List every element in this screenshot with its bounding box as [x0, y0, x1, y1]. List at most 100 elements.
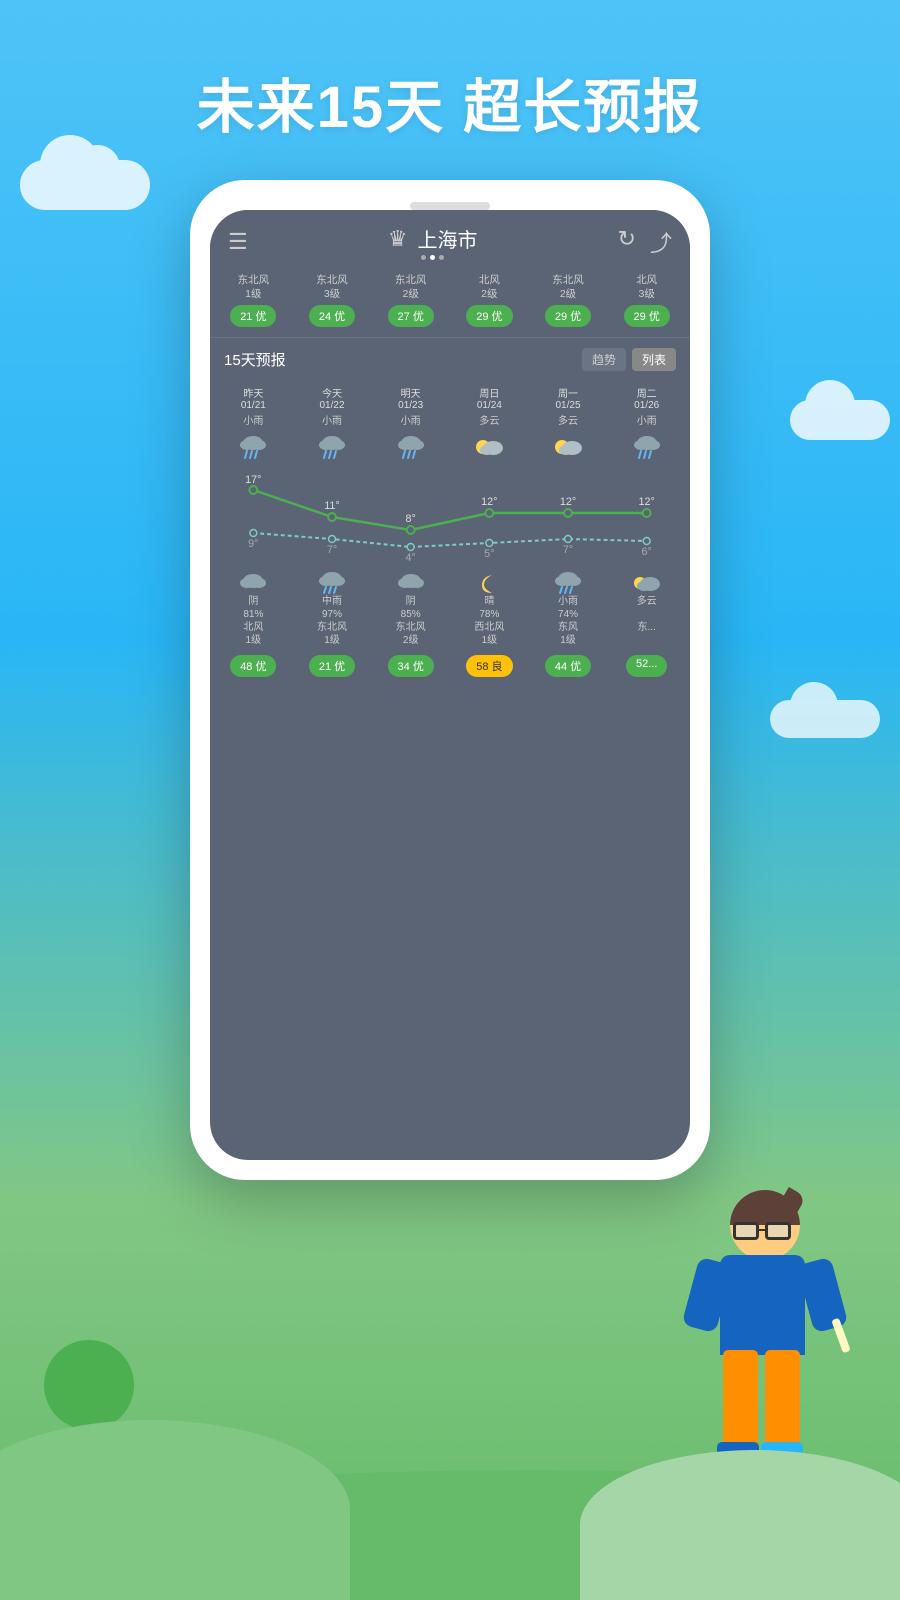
day-name-4: 周日: [479, 385, 499, 400]
bottom-col-3: 阴85%东北风2级: [371, 571, 450, 647]
bottom-badge-1: 48 优: [230, 655, 276, 677]
day-col-5: 周一 01/25 多云: [529, 385, 608, 427]
icon-6: [607, 433, 686, 461]
bottom-weather-4: 晴78%西北风1级: [474, 595, 504, 647]
grass-right: [580, 1450, 900, 1600]
bottom-aqi-4: 58 良: [452, 655, 527, 677]
dot-1: [421, 255, 426, 260]
aqi-col-5: 东北风2级 29 优: [531, 274, 606, 327]
dot-3: [439, 255, 444, 260]
dot-2: [430, 255, 435, 260]
bottom-aqi-3: 34 优: [373, 655, 448, 677]
aqi-col-3: 东北风2级 27 优: [373, 274, 448, 327]
refresh-icon[interactable]: ↻: [618, 226, 636, 258]
svg-text:6°: 6°: [641, 546, 651, 558]
aqi-col-4: 北风2级 29 优: [452, 274, 527, 327]
day-col-4: 周日 01/24 多云: [450, 385, 529, 427]
icon-5: [529, 433, 608, 461]
menu-icon[interactable]: ☰: [228, 229, 248, 255]
bottom-badge-2: 21 优: [309, 655, 355, 677]
bottom-aqi-5: 44 优: [531, 655, 606, 677]
day-name-1: 昨天: [243, 385, 263, 400]
day-date-4: 01/24: [477, 400, 502, 411]
aqi-badge-2: 24 优: [309, 305, 355, 327]
crown-icon[interactable]: ♛: [388, 226, 408, 252]
share-icon[interactable]: ⤴: [650, 226, 672, 258]
svg-text:4°: 4°: [405, 552, 415, 564]
svg-text:12°: 12°: [638, 496, 654, 508]
aqi-badge-1: 21 优: [230, 305, 276, 327]
day-name-2: 今天: [322, 385, 342, 400]
bottom-col-6: 多云东...: [607, 571, 686, 647]
day-weather-5: 多云: [558, 412, 578, 427]
svg-text:9°: 9°: [248, 538, 258, 550]
aqi-badge-6: 29 优: [624, 305, 670, 327]
bottom-weather-5: 小雨74%东风1级: [558, 595, 578, 647]
day-col-6: 周二 01/26 小雨: [607, 385, 686, 427]
day-name-3: 明天: [401, 385, 421, 400]
bottom-col-4: 晴78%西北风1级: [450, 571, 529, 647]
grass-left: [0, 1420, 350, 1600]
aqi-row: 东北风1级 21 优 东北风3级 24 优 东北风2级 27 优 北风2级 29…: [210, 266, 690, 337]
bottom-weather-2: 中雨97%东北风1级: [317, 595, 347, 647]
phone-mockup: ☰ ♛ 上海市 ↻ ⤴ 东北风1级 21 优: [190, 180, 710, 1180]
day-date-2: 01/22: [319, 400, 344, 411]
temp-chart: 17° 11° 8° 12° 12° 12° 9° 7° 4° 5° 7° 6°: [210, 465, 690, 565]
aqi-col-2: 东北风3级 24 优: [295, 274, 370, 327]
day-date-6: 01/26: [634, 400, 659, 411]
phone-screen: ☰ ♛ 上海市 ↻ ⤴ 东北风1级 21 优: [210, 210, 690, 1160]
bottom-weather-3: 阴85%东北风2级: [396, 595, 426, 647]
tab-trend[interactable]: 趋势: [582, 348, 626, 371]
day-weather-6: 小雨: [637, 412, 657, 427]
bottom-aqi-2: 21 优: [295, 655, 370, 677]
forecast-header: 15天预报 趋势 列表: [210, 337, 690, 379]
svg-text:12°: 12°: [560, 496, 576, 508]
bottom-aqi-1: 48 优: [216, 655, 291, 677]
city-label: 上海市: [418, 224, 478, 253]
forecast-title: 15天预报: [224, 349, 286, 370]
aqi-badge-4: 29 优: [466, 305, 512, 327]
page-dots: [421, 255, 444, 260]
bottom-badge-3: 34 优: [388, 655, 434, 677]
bottom-weather-1: 阴81%北风1级: [243, 595, 263, 647]
bottom-badge-5: 44 优: [545, 655, 591, 677]
day-weather-3: 小雨: [401, 412, 421, 427]
header-actions: ↻ ⤴: [618, 226, 672, 258]
bottom-weather-6: 多云东...: [637, 595, 657, 634]
day-weather-4: 多云: [479, 412, 499, 427]
svg-text:7°: 7°: [563, 544, 573, 556]
cloud-left: [20, 160, 150, 210]
tab-list[interactable]: 列表: [632, 348, 676, 371]
icon-4: [450, 433, 529, 461]
cloud-right-bottom: [770, 700, 880, 738]
day-name-5: 周一: [558, 385, 578, 400]
wind-3: 东北风2级: [395, 274, 427, 301]
forecast-tabs: 趋势 列表: [582, 348, 676, 371]
day-date-3: 01/23: [398, 400, 423, 411]
bottom-col-5: 小雨74%东风1级: [529, 571, 608, 647]
day-col-2: 今天 01/22 小雨: [293, 385, 372, 427]
svg-text:11°: 11°: [324, 500, 340, 512]
svg-text:12°: 12°: [481, 496, 497, 508]
svg-text:17°: 17°: [245, 474, 261, 486]
bottom-badge-4: 58 良: [466, 655, 512, 677]
main-title: 未来15天 超长预报: [0, 60, 900, 144]
aqi-badge-3: 27 优: [388, 305, 434, 327]
wind-4: 北风2级: [479, 274, 500, 301]
wind-2: 东北风3级: [316, 274, 348, 301]
day-name-6: 周二: [637, 385, 657, 400]
wind-5: 东北风2级: [552, 274, 584, 301]
svg-text:5°: 5°: [484, 548, 494, 560]
aqi-col-1: 东北风1级 21 优: [216, 274, 291, 327]
phone-speaker: [410, 202, 490, 210]
day-weather-1: 小雨: [243, 412, 263, 427]
day-col-3: 明天 01/23 小雨: [371, 385, 450, 427]
bottom-aqi-row: 48 优 21 优 34 优 58 良 44 优 52...: [210, 649, 690, 689]
days-header-row: 昨天 01/21 小雨 今天 01/22 小雨 明天 01/23 小雨 周日 0…: [210, 379, 690, 429]
day-weather-2: 小雨: [322, 412, 342, 427]
bottom-aqi-6: 52...: [609, 655, 684, 677]
icon-3: [371, 433, 450, 461]
svg-text:7°: 7°: [327, 544, 337, 556]
bottom-col-1: 阴81%北风1级: [214, 571, 293, 647]
icon-1: [214, 433, 293, 461]
